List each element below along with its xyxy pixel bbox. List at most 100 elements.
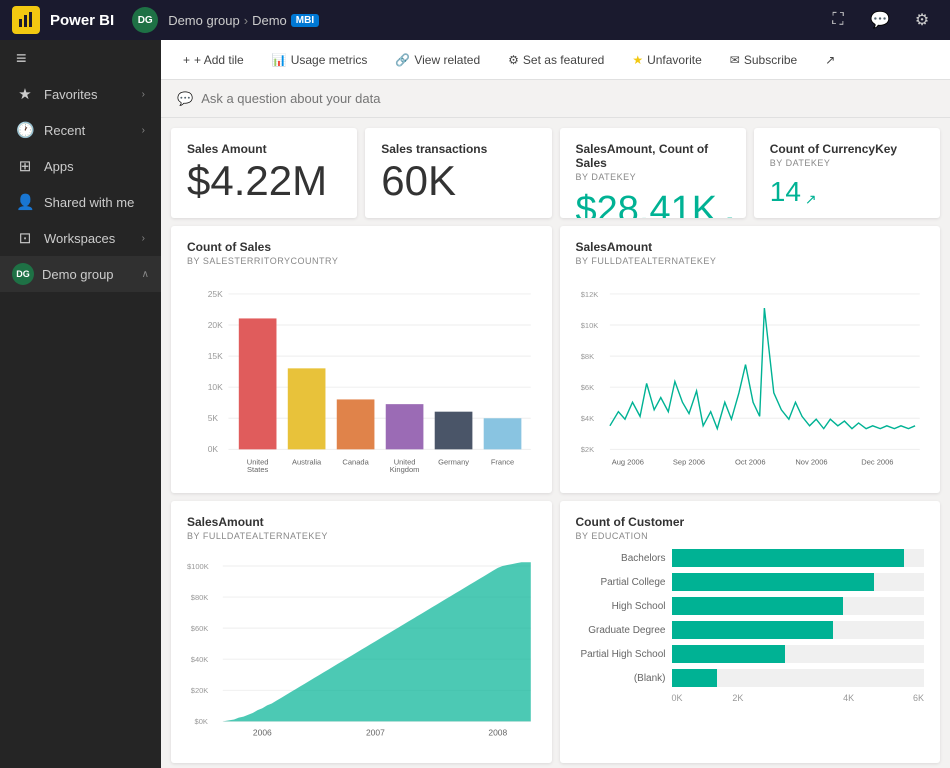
- sales-amount-kpi-tile: SalesAmount, Count of Sales BY DATEKEY $…: [560, 128, 746, 218]
- svg-text:0K: 0K: [208, 444, 219, 454]
- hbar-wrap: [672, 669, 925, 687]
- comments-button[interactable]: 💬: [864, 4, 896, 36]
- demo-group-label: Demo group: [42, 267, 134, 282]
- ask-input[interactable]: [201, 91, 934, 106]
- sidebar-item-workspaces[interactable]: ⊡ Workspaces ›: [0, 220, 161, 256]
- svg-text:Germany: Germany: [438, 458, 469, 467]
- svg-text:$10K: $10K: [580, 321, 598, 330]
- sales-amount-area-tile: SalesAmount BY FULLDATEALTERNATEKEY $100…: [171, 501, 552, 763]
- svg-text:Canada: Canada: [342, 458, 369, 467]
- chevron-icon: ›: [142, 233, 145, 244]
- fullscreen-button[interactable]: ⛶: [822, 4, 854, 36]
- chevron-icon: ›: [142, 125, 145, 136]
- sales-transactions-title: Sales transactions: [381, 142, 535, 156]
- kpi-indicator: ↗: [721, 212, 734, 218]
- demo-group-chevron: ∧: [142, 269, 149, 280]
- related-icon: 🔗: [395, 53, 410, 67]
- count-sales-subtitle: BY SALESTERRITORYCOUNTRY: [187, 256, 536, 266]
- unfavorite-label: Unfavorite: [647, 53, 702, 67]
- svg-text:20K: 20K: [208, 320, 223, 330]
- shared-icon: 👤: [16, 193, 34, 211]
- sales-amount-tile: Sales Amount $4.22M: [171, 128, 357, 218]
- svg-text:$4K: $4K: [580, 414, 593, 423]
- breadcrumb-separator: ›: [244, 13, 248, 28]
- sidebar-item-shared[interactable]: 👤 Shared with me: [0, 184, 161, 220]
- subbar: + + Add tile 📊 Usage metrics 🔗 View rela…: [161, 40, 950, 80]
- view-related-button[interactable]: 🔗 View related: [389, 49, 486, 71]
- sales-amount-kpi-value: $28.41K: [576, 190, 718, 218]
- svg-text:$20K: $20K: [191, 686, 209, 695]
- svg-text:Dec 2006: Dec 2006: [861, 458, 893, 467]
- favorites-icon: ★: [16, 85, 34, 103]
- hbar-bar: [672, 597, 844, 615]
- svg-text:2008: 2008: [488, 728, 507, 738]
- sales-transactions-tile: Sales transactions 60K: [365, 128, 551, 218]
- svg-text:France: France: [491, 458, 514, 467]
- topbar: Power BI DG Demo group › Demo MBI ⛶ 💬 ⚙: [0, 0, 950, 40]
- hbar-row-partial-hs: Partial High School: [576, 645, 925, 663]
- recent-icon: 🕐: [16, 121, 34, 139]
- hbar-bar: [672, 645, 786, 663]
- svg-text:Aug 2006: Aug 2006: [611, 458, 643, 467]
- svg-text:$0K: $0K: [195, 717, 208, 726]
- hbar-row-blank: (Blank): [576, 669, 925, 687]
- user-avatar[interactable]: DG: [132, 7, 158, 33]
- breadcrumb-item[interactable]: Demo: [252, 13, 287, 28]
- ask-icon: 💬: [177, 91, 193, 107]
- usage-metrics-button[interactable]: 📊 Usage metrics: [266, 49, 374, 71]
- hbar-wrap: [672, 621, 925, 639]
- svg-text:Nov 2006: Nov 2006: [795, 458, 827, 467]
- subscribe-button[interactable]: ✉ Subscribe: [724, 49, 803, 71]
- hbar-bar: [672, 573, 874, 591]
- sidebar: ≡ ★ Favorites › 🕐 Recent › ⊞ Apps 👤 Shar…: [0, 40, 161, 768]
- count-currency-value: 14: [770, 176, 801, 208]
- sidebar-label-shared: Shared with me: [44, 195, 145, 210]
- settings-button[interactable]: ⚙: [906, 4, 938, 36]
- sidebar-item-demo-group[interactable]: DG Demo group ∧: [0, 256, 161, 292]
- hbar-label: (Blank): [576, 673, 666, 684]
- sales-amount-line-chart: $12K $10K $8K $6K $4K $2K Aug 2006 Sep 2…: [576, 274, 925, 474]
- sales-amount-area-chart: $100K $80K $60K $40K $20K $0K 2006 2007 …: [187, 549, 536, 744]
- set-featured-button[interactable]: ⚙ Set as featured: [502, 49, 610, 71]
- hbar-wrap: [672, 573, 925, 591]
- hbar-wrap: [672, 645, 925, 663]
- hbar-wrap: [672, 549, 925, 567]
- sidebar-item-favorites[interactable]: ★ Favorites ›: [0, 76, 161, 112]
- svg-text:$100K: $100K: [187, 562, 209, 571]
- sidebar-toggle[interactable]: ≡: [0, 40, 161, 76]
- svg-text:$12K: $12K: [580, 290, 598, 299]
- count-currency-tile: Count of CurrencyKey BY DATEKEY 14 ↗ Goa…: [754, 128, 940, 218]
- count-customer-title: Count of Customer: [576, 515, 925, 529]
- view-related-label: View related: [414, 53, 480, 67]
- sales-amount-value: $4.22M: [187, 158, 341, 204]
- sidebar-item-apps[interactable]: ⊞ Apps: [0, 148, 161, 184]
- count-currency-subtitle: BY DATEKEY: [770, 158, 924, 168]
- hbar-row-graduate: Graduate Degree: [576, 621, 925, 639]
- share-button[interactable]: ↗: [819, 49, 841, 71]
- count-currency-title: Count of CurrencyKey: [770, 142, 924, 156]
- svg-text:$8K: $8K: [580, 352, 593, 361]
- unfavorite-button[interactable]: ★ Unfavorite: [626, 49, 707, 71]
- add-tile-button[interactable]: + + Add tile: [177, 49, 250, 71]
- sidebar-item-recent[interactable]: 🕐 Recent ›: [0, 112, 161, 148]
- count-sales-bar-tile: Count of Sales BY SALESTERRITORYCOUNTRY …: [171, 226, 552, 493]
- breadcrumb-group[interactable]: Demo group: [168, 13, 240, 28]
- sales-amount-kpi-subtitle: BY DATEKEY: [576, 172, 730, 182]
- hbar-label: High School: [576, 601, 666, 612]
- svg-text:10K: 10K: [208, 382, 223, 392]
- power-bi-logo: [12, 6, 40, 34]
- hbar-bar: [672, 621, 834, 639]
- add-icon: +: [183, 53, 190, 67]
- hbar-label: Bachelors: [576, 553, 666, 564]
- svg-text:$2K: $2K: [580, 445, 593, 454]
- hbar-row-high-school: High School: [576, 597, 925, 615]
- metrics-icon: 📊: [272, 53, 287, 67]
- count-sales-title: Count of Sales: [187, 240, 536, 254]
- hbar-label: Partial High School: [576, 649, 666, 660]
- svg-text:2006: 2006: [253, 728, 272, 738]
- count-sales-chart: 25K 20K 15K 10K 5K 0K: [187, 274, 536, 474]
- sales-transactions-value: 60K: [381, 158, 535, 204]
- sales-amount-kpi-title: SalesAmount, Count of Sales: [576, 142, 730, 170]
- sidebar-label-apps: Apps: [44, 159, 145, 174]
- hbar-label: Graduate Degree: [576, 625, 666, 636]
